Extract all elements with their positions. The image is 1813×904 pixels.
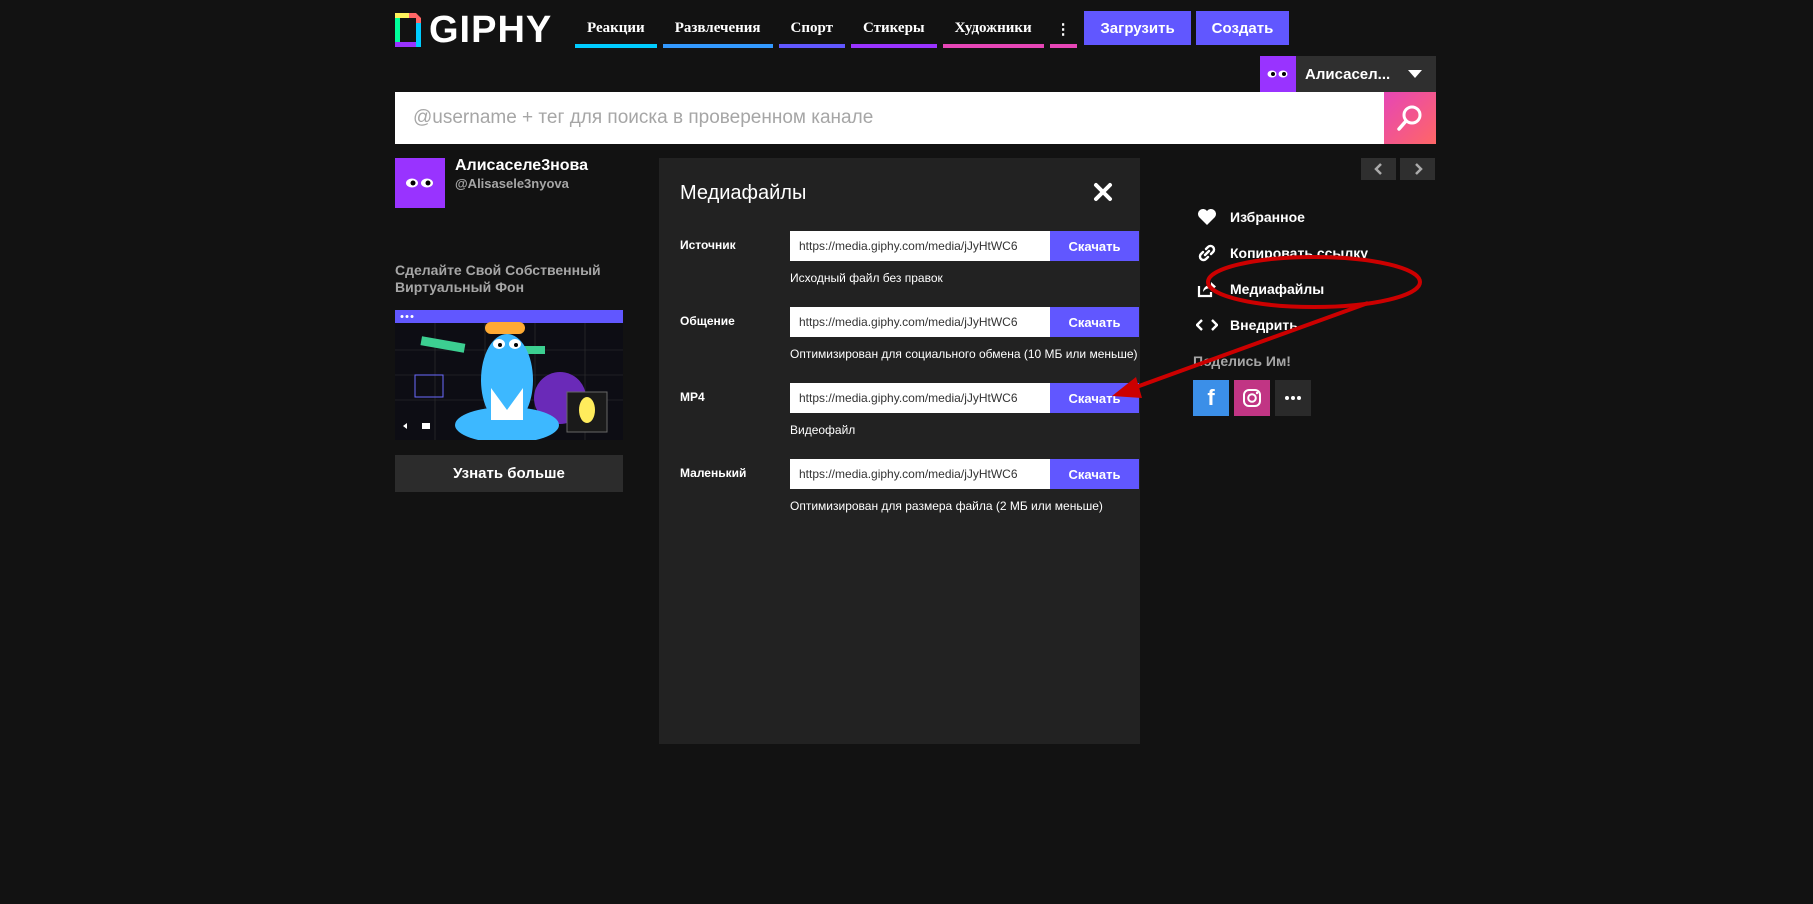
share-out-icon — [1197, 282, 1216, 298]
instagram-share-button[interactable] — [1234, 380, 1270, 416]
eyes-icon — [406, 178, 433, 188]
logo-text: GIPHY — [429, 9, 553, 51]
url-field[interactable]: https://media.giphy.com/media/jJyHtWC6 — [790, 383, 1050, 413]
prev-button[interactable] — [1361, 158, 1396, 180]
promo-image[interactable] — [395, 310, 623, 440]
url-field[interactable]: https://media.giphy.com/media/jJyHtWC6 — [790, 231, 1050, 261]
main-nav: Реакции Развлечения Спорт Стикеры Художн… — [575, 15, 1077, 48]
download-button[interactable]: Скачать — [1050, 383, 1139, 413]
action-label: Медиафайлы — [1230, 281, 1325, 297]
row-description: Оптимизирован для размера файла (2 МБ ил… — [790, 499, 1103, 513]
row-label: Источник — [680, 238, 736, 252]
user-name: Алисасел... — [1305, 65, 1391, 83]
panel-title: Медиафайлы — [680, 182, 807, 204]
close-icon[interactable] — [1091, 180, 1115, 204]
more-share-button[interactable] — [1275, 380, 1311, 416]
promo-title: Сделайте Свой Собственный Виртуальный Фо… — [395, 262, 601, 295]
instagram-icon — [1243, 389, 1261, 407]
download-button[interactable]: Скачать — [1050, 231, 1139, 261]
download-button[interactable]: Скачать — [1050, 459, 1139, 489]
code-icon — [1196, 319, 1218, 331]
eyes-icon — [1267, 70, 1288, 78]
search-button[interactable] — [1384, 92, 1436, 144]
promo-illustration — [395, 310, 623, 440]
chevron-right-icon — [1414, 163, 1423, 175]
heart-icon — [1198, 209, 1216, 225]
nav-reactions[interactable]: Реакции — [575, 15, 657, 48]
facebook-share-button[interactable]: f — [1193, 380, 1229, 416]
action-label: Внедрить — [1230, 317, 1298, 333]
nav-more-icon[interactable]: ⋮ — [1049, 15, 1077, 48]
facebook-icon: f — [1207, 385, 1215, 410]
search-input[interactable] — [395, 92, 1384, 144]
row-description: Оптимизирован для социального обмена (10… — [790, 347, 1138, 361]
download-button[interactable]: Скачать — [1050, 307, 1139, 337]
learn-more-button[interactable]: Узнать больше — [395, 455, 623, 492]
url-field[interactable]: https://media.giphy.com/media/jJyHtWC6 — [790, 307, 1050, 337]
create-button[interactable]: Создать — [1196, 11, 1289, 45]
gif-actions: Избранное Копировать ссылку Медиафайлы В… — [1196, 199, 1368, 343]
more-icon — [1285, 396, 1301, 400]
share-label: Поделись Им! — [1193, 353, 1291, 369]
nav-sports[interactable]: Спорт — [778, 15, 846, 48]
row-label: Общение — [680, 314, 735, 328]
copy-link-action[interactable]: Копировать ссылку — [1196, 235, 1368, 271]
channel-handle: @Alisasele3nyova — [455, 176, 569, 191]
next-button[interactable] — [1400, 158, 1435, 180]
chevron-down-icon — [1408, 70, 1422, 78]
nav-entertainment[interactable]: Развлечения — [662, 15, 773, 48]
favorite-action[interactable]: Избранное — [1196, 199, 1368, 235]
channel-name: Алисаселе3нова — [455, 157, 589, 174]
avatar — [1260, 56, 1296, 92]
url-field[interactable]: https://media.giphy.com/media/jJyHtWC6 — [790, 459, 1050, 489]
search-icon — [1397, 105, 1422, 131]
user-menu[interactable]: Алисасел... — [1260, 56, 1436, 92]
embed-action[interactable]: Внедрить — [1196, 307, 1368, 343]
upload-button[interactable]: Загрузить — [1084, 11, 1191, 45]
giphy-logo-icon — [395, 13, 421, 47]
nav-stickers[interactable]: Стикеры — [851, 15, 937, 48]
giphy-logo[interactable]: GIPHY — [395, 9, 553, 51]
row-label: Маленький — [680, 466, 747, 480]
media-files-panel: Медиафайлы Источник https://media.giphy.… — [659, 158, 1140, 744]
link-icon — [1198, 244, 1216, 262]
nav-artists[interactable]: Художники — [942, 15, 1044, 48]
action-label: Избранное — [1230, 209, 1305, 225]
row-description: Видеофайл — [790, 423, 856, 437]
search-bar — [395, 92, 1436, 144]
row-label: MP4 — [680, 390, 705, 404]
channel-avatar — [395, 158, 445, 208]
channel-info[interactable]: Алисаселе3нова @Alisasele3nyova — [395, 158, 605, 208]
media-files-action[interactable]: Медиафайлы — [1196, 271, 1368, 307]
row-description: Исходный файл без правок — [790, 271, 943, 285]
chevron-left-icon — [1373, 163, 1382, 175]
action-label: Копировать ссылку — [1230, 245, 1369, 261]
